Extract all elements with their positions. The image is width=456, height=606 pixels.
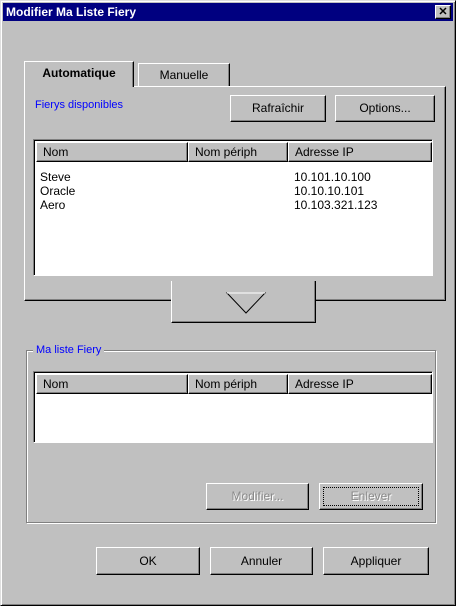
close-icon: ✕ [438,6,448,18]
cell-name: Steve [40,170,71,184]
remove-button-label: Enlever [350,489,392,503]
column-header-name[interactable]: Nom [36,374,188,394]
close-button[interactable]: ✕ [435,5,451,19]
tab-automatique-label: Automatique [42,66,116,80]
options-button-label: Options... [359,101,411,115]
dialog-window: Modifier Ma Liste Fiery ✕ Automatique Ma… [0,0,456,606]
ok-button[interactable]: OK [96,547,200,575]
column-header-ip[interactable]: Adresse IP [288,374,432,394]
available-fierys-list[interactable]: Nom Nom périph Adresse IP Steve 10.101.1… [33,139,433,276]
cell-ip: 10.10.10.101 [294,184,365,198]
title-bar[interactable]: Modifier Ma Liste Fiery ✕ [3,3,453,21]
column-header-device[interactable]: Nom périph [188,374,288,394]
column-header-device-label: Nom périph [195,377,258,391]
column-header-name-label: Nom [43,377,69,391]
cancel-button-label: Annuler [240,554,283,568]
my-fiery-list[interactable]: Nom Nom périph Adresse IP [33,371,433,443]
apply-button-label: Appliquer [350,554,402,568]
window-title: Modifier Ma Liste Fiery [6,5,137,19]
available-fierys-label: Fierys disponibles [35,99,124,111]
list-item[interactable]: Steve 10.101.10.100 [36,170,430,184]
list-item[interactable]: Oracle 10.10.10.101 [36,184,430,198]
remove-button[interactable]: Enlever [319,483,423,510]
column-header-name[interactable]: Nom [36,142,188,162]
cell-ip: 10.101.10.100 [294,170,371,184]
column-header-ip[interactable]: Adresse IP [288,142,432,162]
refresh-button-label: Rafraîchir [251,101,304,115]
add-to-list-button[interactable] [171,281,316,323]
available-list-header: Nom Nom périph Adresse IP [36,142,432,162]
tab-automatique[interactable]: Automatique [24,61,134,87]
column-header-device-label: Nom périph [195,145,258,159]
cancel-button[interactable]: Annuler [210,547,313,575]
tab-manuelle[interactable]: Manuelle [138,63,230,87]
list-item[interactable]: Aero 10.103.321.123 [36,198,430,212]
modify-button-label: Modifier... [231,489,284,503]
ok-button-label: OK [139,554,157,568]
tab-manuelle-label: Manuelle [159,68,209,82]
apply-button[interactable]: Appliquer [323,547,429,575]
column-header-ip-label: Adresse IP [295,377,354,391]
column-header-name-label: Nom [43,145,69,159]
cell-ip: 10.103.321.123 [294,198,378,212]
down-triangle-icon [225,292,267,314]
refresh-button[interactable]: Rafraîchir [230,95,326,122]
cell-name: Oracle [40,184,76,198]
column-header-ip-label: Adresse IP [295,145,354,159]
my-list-header: Nom Nom périph Adresse IP [36,374,432,394]
options-button[interactable]: Options... [335,95,435,122]
cell-name: Aero [40,198,66,212]
my-list-group-label: Ma liste Fiery [33,343,105,357]
modify-button[interactable]: Modifier... [206,483,309,510]
column-header-device[interactable]: Nom périph [188,142,288,162]
